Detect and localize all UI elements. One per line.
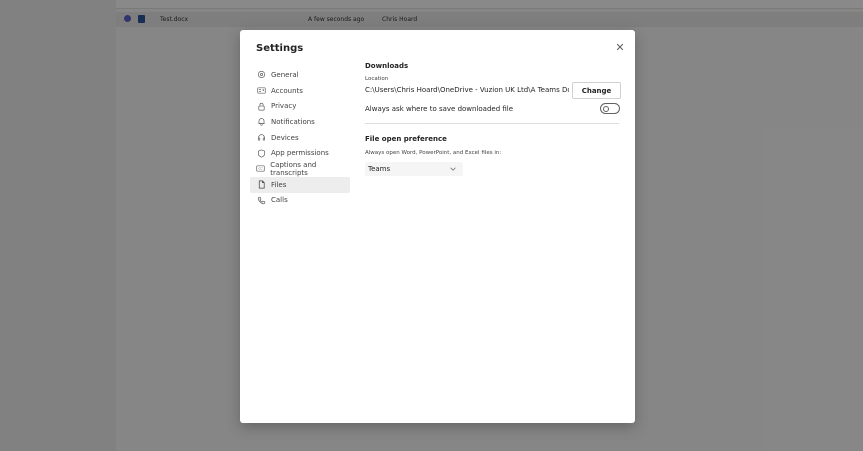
file-open-description: Always open Word, PowerPoint, and Excel … (365, 150, 502, 156)
dropdown-selected-value: Teams (368, 165, 391, 173)
svg-text:CC: CC (259, 167, 263, 171)
nav-item-app-permissions[interactable]: App permissions (250, 145, 350, 161)
change-location-button[interactable]: Change (572, 82, 621, 99)
bell-icon (256, 117, 266, 127)
nav-item-devices[interactable]: Devices (250, 130, 350, 146)
nav-item-privacy[interactable]: Privacy (250, 98, 350, 114)
settings-dialog: Settings ✕ General Accounts Privacy Noti… (240, 30, 635, 423)
nav-item-notifications[interactable]: Notifications (250, 114, 350, 130)
nav-item-accounts[interactable]: Accounts (250, 83, 350, 99)
nav-item-files[interactable]: Files (250, 176, 350, 193)
shield-icon (256, 148, 266, 158)
download-path: C:\Users\Chris Hoard\OneDrive - Vuzion U… (365, 86, 569, 94)
id-card-icon (256, 86, 266, 96)
file-open-heading: File open preference (365, 135, 447, 143)
close-icon[interactable]: ✕ (614, 42, 626, 54)
file-icon (256, 180, 266, 190)
location-label: Location (365, 76, 389, 82)
dialog-title: Settings (256, 43, 304, 54)
nav-item-label: General (271, 70, 299, 79)
nav-item-label: Calls (271, 196, 288, 205)
nav-item-label: Captions and transcripts (270, 160, 317, 177)
nav-item-calls[interactable]: Calls (250, 193, 350, 209)
nav-item-label: Devices (271, 133, 299, 142)
nav-item-label: App permissions (271, 149, 329, 158)
nav-item-label: Accounts (271, 86, 303, 95)
chevron-down-icon (450, 167, 456, 171)
lock-icon (256, 101, 266, 111)
file-open-dropdown[interactable]: Teams (365, 162, 463, 176)
nav-item-general[interactable]: General (250, 67, 350, 83)
gear-icon (256, 70, 266, 80)
nav-item-captions-and-transcripts[interactable]: CC Captions and transcripts (250, 161, 350, 177)
nav-item-label: Privacy (271, 102, 297, 111)
always-ask-label: Always ask where to save downloaded file (365, 105, 514, 113)
section-divider (365, 123, 619, 124)
toggle-knob (603, 105, 609, 112)
closed-caption-icon: CC (256, 164, 265, 174)
nav-item-label: Files (271, 180, 287, 189)
downloads-heading: Downloads (365, 62, 409, 70)
phone-icon (256, 195, 266, 205)
nav-item-label: Notifications (271, 117, 315, 126)
always-ask-toggle[interactable] (600, 103, 620, 114)
headset-icon (256, 133, 266, 143)
settings-nav: General Accounts Privacy Notifications D… (250, 67, 350, 208)
